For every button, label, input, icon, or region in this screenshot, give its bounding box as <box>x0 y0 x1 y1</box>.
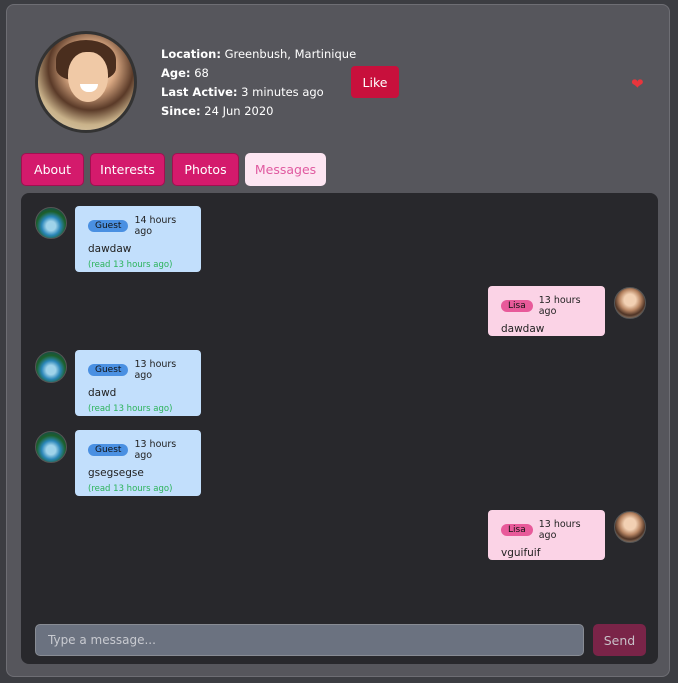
avatar-face <box>68 52 108 102</box>
read-receipt: (read 13 hours ago) <box>88 404 173 414</box>
message-bubble: Lisa 13 hours ago dawdaw <box>488 286 605 336</box>
message-meta: Lisa 13 hours ago <box>501 295 592 317</box>
message-meta: Guest 13 hours ago <box>88 439 188 461</box>
tab-about[interactable]: About <box>21 153 84 186</box>
message-text: dawd <box>88 387 117 399</box>
sender-badge: Lisa <box>501 524 533 536</box>
tab-interests[interactable]: Interests <box>90 153 165 186</box>
profile-info: Location: Greenbush, Martinique Age: 68 … <box>161 45 356 121</box>
message-time: 13 hours ago <box>134 439 177 461</box>
message-bubble: Guest 14 hours ago dawdaw (read 13 hours… <box>75 206 201 272</box>
message-input[interactable] <box>35 624 584 656</box>
lisa-avatar <box>614 511 646 543</box>
message-text: dawdaw <box>88 243 132 255</box>
last-active-label: Last Active: <box>161 85 238 99</box>
age-row: Age: 68 <box>161 64 356 83</box>
tab-messages[interactable]: Messages <box>245 153 326 186</box>
message-meta: Guest 13 hours ago <box>88 359 188 381</box>
profile-avatar <box>35 31 137 133</box>
read-receipt: (read 13 hours ago) <box>88 484 173 494</box>
sender-badge: Guest <box>88 220 129 232</box>
message-time: 14 hours ago <box>134 215 177 237</box>
message-meta: Lisa 13 hours ago <box>501 519 592 541</box>
since-label: Since: <box>161 104 201 118</box>
message-text: vguifuif <box>501 547 541 559</box>
profile-card: Location: Greenbush, Martinique Age: 68 … <box>6 4 670 677</box>
tab-photos[interactable]: Photos <box>172 153 239 186</box>
age-label: Age: <box>161 66 191 80</box>
chat-panel: Guest 14 hours ago dawdaw (read 13 hours… <box>21 193 658 664</box>
read-receipt: (read 13 hours ago) <box>88 260 173 270</box>
location-value: Greenbush, Martinique <box>224 47 357 61</box>
guest-avatar <box>35 207 67 239</box>
heart-icon[interactable]: ❤ <box>631 76 647 92</box>
guest-avatar <box>35 351 67 383</box>
location-row: Location: Greenbush, Martinique <box>161 45 356 64</box>
sender-badge: Lisa <box>501 300 533 312</box>
sender-badge: Guest <box>88 364 129 376</box>
sender-badge: Guest <box>88 444 129 456</box>
like-button[interactable]: Like <box>351 66 399 98</box>
location-label: Location: <box>161 47 221 61</box>
message-time: 13 hours ago <box>134 359 177 381</box>
send-button[interactable]: Send <box>593 624 646 656</box>
since-row: Since: 24 Jun 2020 <box>161 102 356 121</box>
lisa-avatar <box>614 287 646 319</box>
last-active-value: 3 minutes ago <box>241 85 324 99</box>
message-meta: Guest 14 hours ago <box>88 215 188 237</box>
message-text: gsegsegse <box>88 467 144 479</box>
since-value: 24 Jun 2020 <box>204 104 274 118</box>
message-bubble: Guest 13 hours ago gsegsegse (read 13 ho… <box>75 430 201 496</box>
last-active-row: Last Active: 3 minutes ago <box>161 83 356 102</box>
age-value: 68 <box>194 66 209 80</box>
message-time: 13 hours ago <box>538 295 581 317</box>
message-bubble: Guest 13 hours ago dawd (read 13 hours a… <box>75 350 201 416</box>
message-bubble: Lisa 13 hours ago vguifuif <box>488 510 605 560</box>
message-time: 13 hours ago <box>538 519 581 541</box>
message-text: dawdaw <box>501 323 545 335</box>
guest-avatar <box>35 431 67 463</box>
